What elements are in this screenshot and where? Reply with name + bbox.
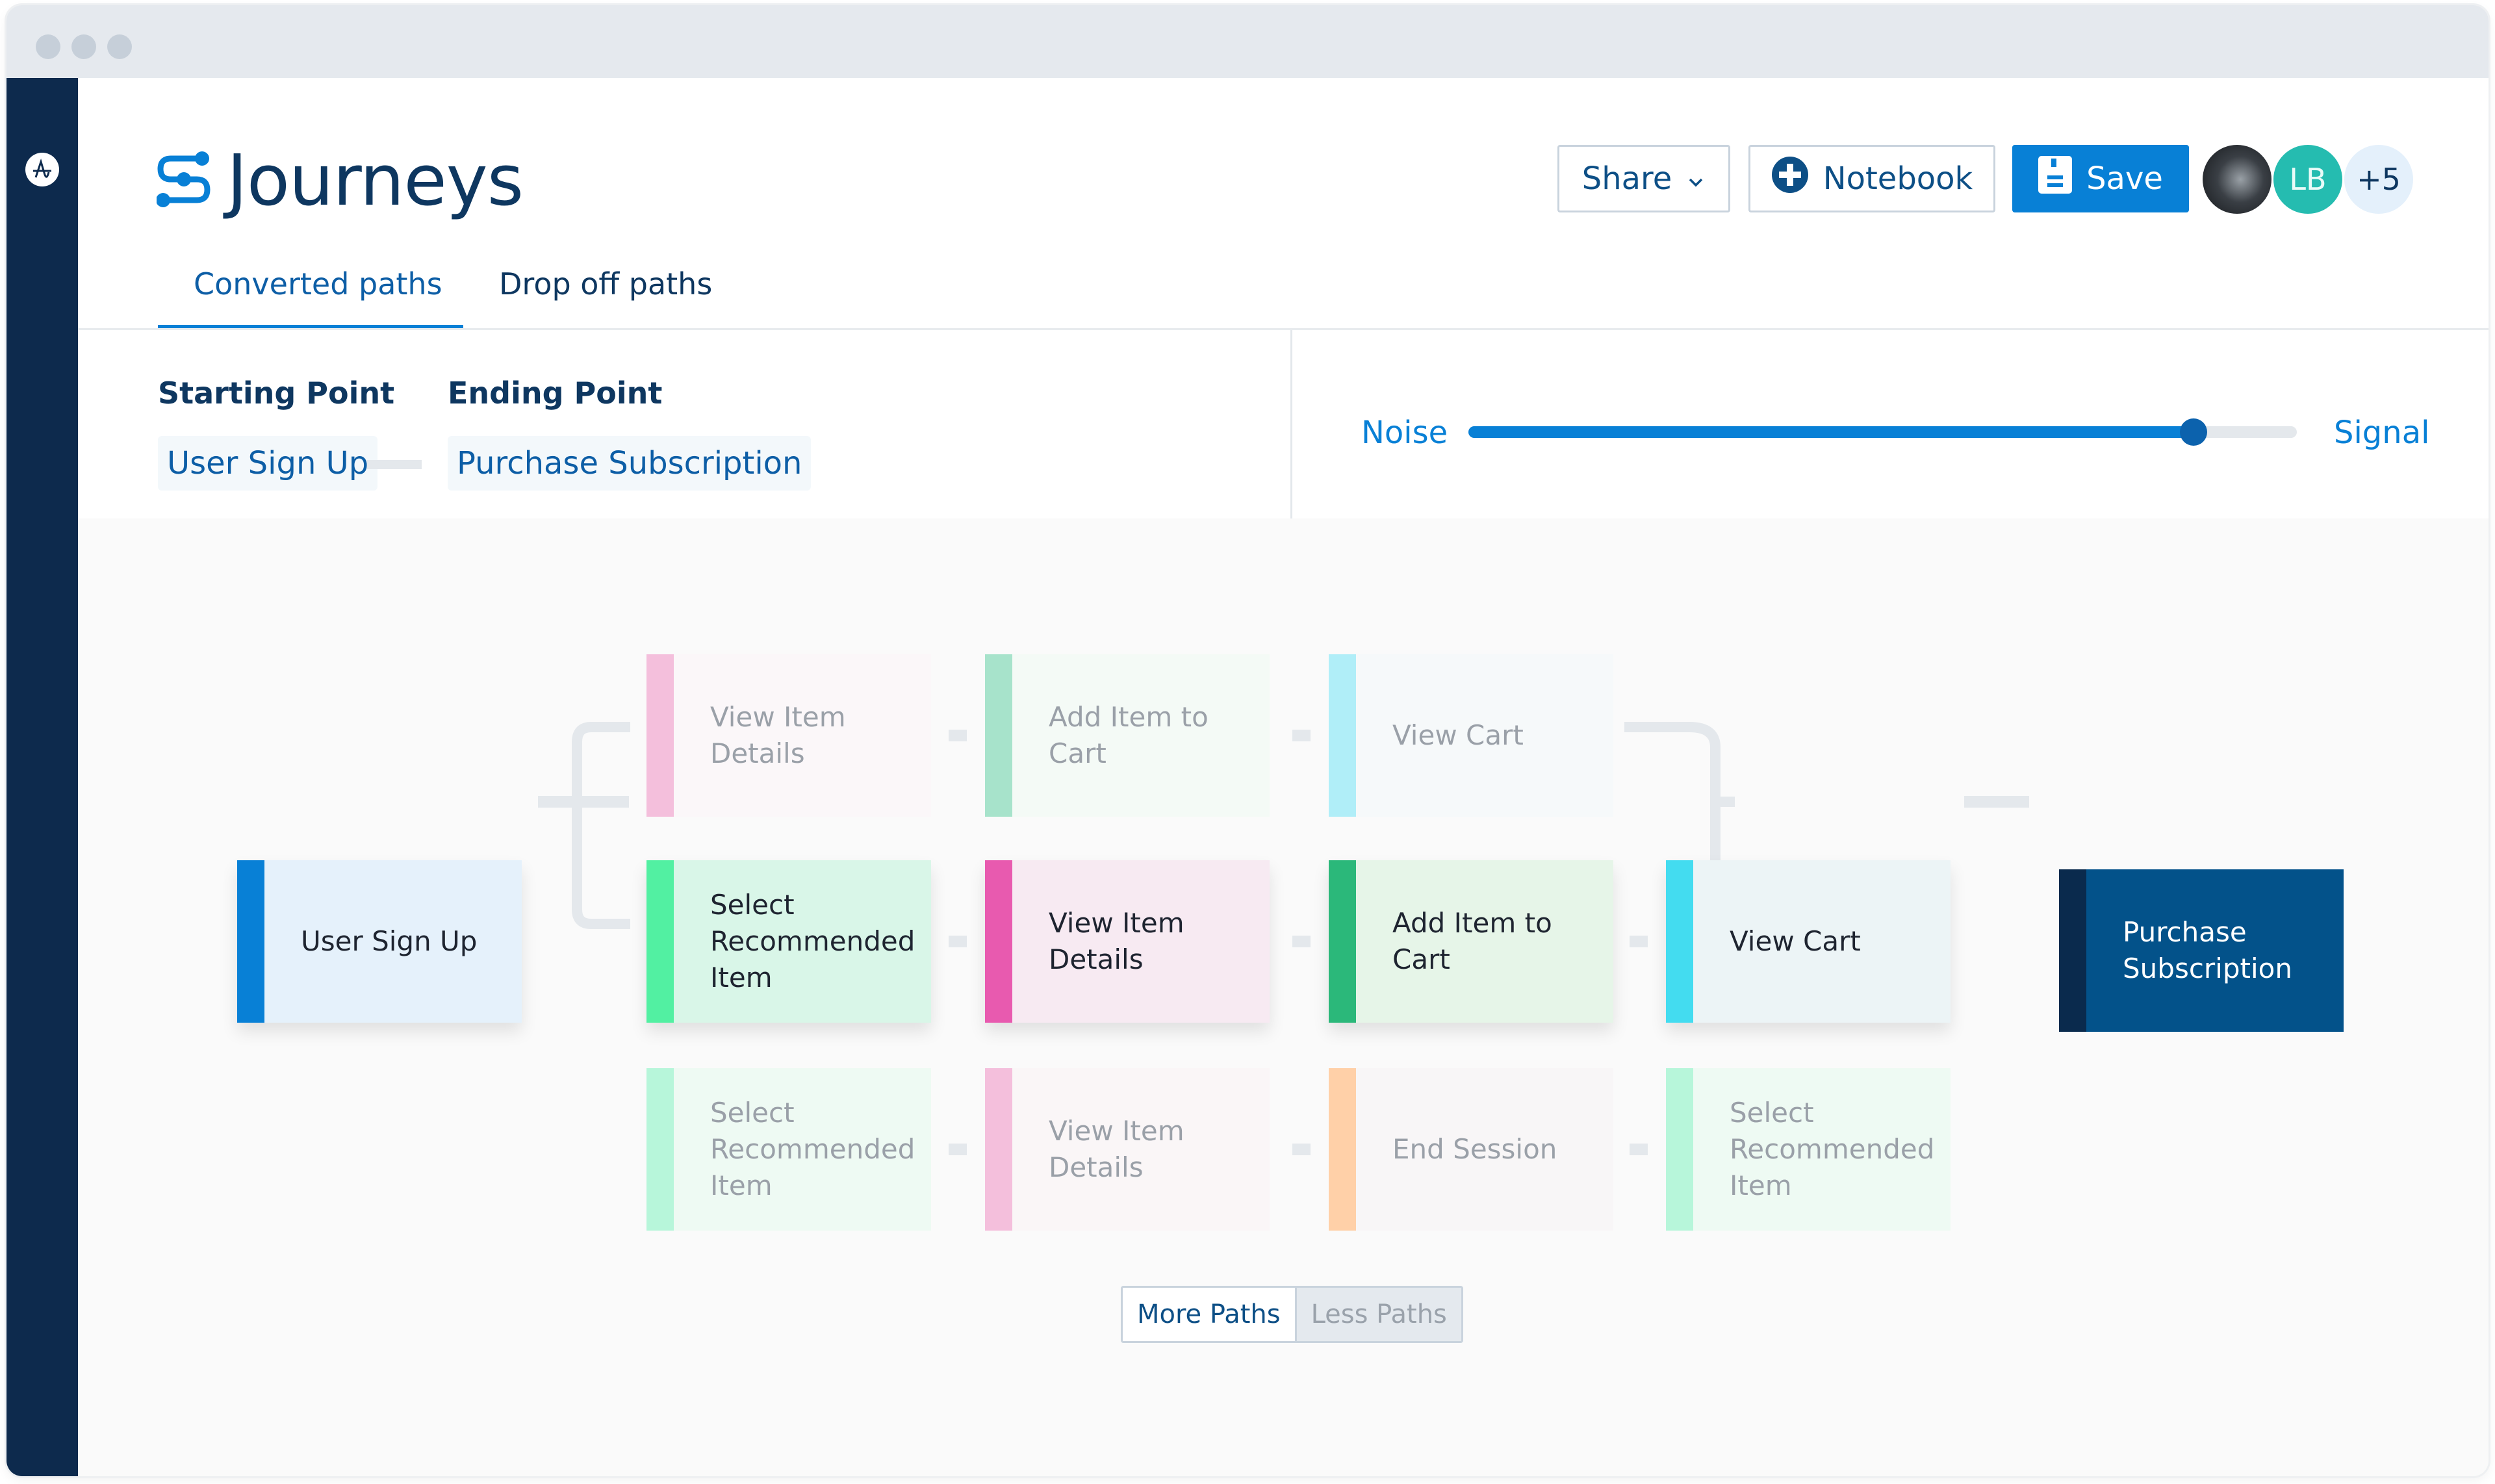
ending-point-label: Ending Point [448, 376, 663, 411]
start-node[interactable]: User Sign Up [237, 860, 522, 1023]
path-step-node[interactable]: View Item Details [985, 1068, 1270, 1231]
step-connector [949, 1144, 967, 1155]
start-end-separator [367, 460, 422, 469]
noise-signal-slider[interactable] [1468, 418, 2297, 446]
branch-connector-left [572, 722, 630, 929]
node-label: Select Recommended Item [710, 1097, 915, 1201]
tab-drop-off-paths[interactable]: Drop off paths [499, 266, 712, 301]
avatar-overflow-count[interactable]: +5 [2344, 145, 2413, 214]
path-step-node[interactable]: Select Recommended Item [646, 1068, 931, 1231]
node-label: View Cart [1392, 719, 1524, 751]
sidebar [6, 78, 78, 1476]
node-color-bar [1329, 860, 1356, 1023]
node-color-bar [646, 654, 674, 817]
window-close-button[interactable] [36, 34, 60, 59]
save-floppy-icon [2038, 156, 2073, 201]
path-step-node[interactable]: Select Recommended Item [1666, 1068, 1951, 1231]
node-color-bar [985, 1068, 1012, 1231]
paths-pager: More Paths Less Paths [1121, 1286, 1463, 1343]
path-step-node[interactable]: Select Recommended Item [646, 860, 931, 1023]
journey-paths-canvas: User Sign Up View Item Details Add Item t… [78, 518, 2489, 1476]
connector-end [1964, 796, 2029, 808]
save-button[interactable]: Save [2012, 145, 2189, 212]
node-label: View Item Details [710, 701, 846, 769]
journeys-path-icon [156, 151, 215, 212]
less-paths-button[interactable]: Less Paths [1294, 1288, 1461, 1341]
node-label: User Sign Up [301, 925, 478, 957]
ending-point-select[interactable]: Purchase Subscription [448, 436, 812, 491]
more-paths-button[interactable]: More Paths [1123, 1288, 1295, 1341]
step-connector [949, 730, 967, 741]
step-connector [1630, 936, 1648, 947]
title-bar [6, 5, 2489, 78]
node-label: View Item Details [1049, 907, 1184, 975]
path-step-node[interactable]: View Item Details [646, 654, 931, 817]
node-color-bar [646, 860, 674, 1023]
slider-thumb[interactable] [2179, 418, 2207, 446]
path-step-node[interactable]: Add Item to Cart [1329, 860, 1613, 1023]
node-color-bar [646, 1068, 674, 1231]
step-connector [1292, 730, 1311, 741]
step-connector [1292, 936, 1311, 947]
slider-signal-label: Signal [2334, 415, 2430, 451]
node-color-bar [985, 860, 1012, 1023]
share-label: Share [1581, 160, 1672, 197]
chevron-down-icon [1686, 160, 1706, 197]
avatar-lb[interactable]: LB [2273, 145, 2342, 214]
step-connector [949, 936, 967, 947]
save-label: Save [2086, 160, 2163, 197]
starting-point-label: Starting Point [158, 376, 395, 411]
path-step-node[interactable]: End Session [1329, 1068, 1613, 1231]
node-color-bar [237, 860, 264, 1023]
node-label: Select Recommended Item [710, 889, 915, 993]
amplitude-logo-icon[interactable] [25, 153, 59, 186]
node-label: Purchase Subscription [2123, 916, 2292, 984]
notebook-label: Notebook [1823, 160, 1973, 197]
share-button[interactable]: Share [1557, 145, 1730, 212]
slider-fill [1468, 426, 2194, 438]
end-node[interactable]: Purchase Subscription [2059, 869, 2344, 1032]
tab-converted-paths[interactable]: Converted paths [194, 266, 442, 301]
path-step-node[interactable]: Add Item to Cart [985, 654, 1270, 817]
journey-config-panel: Starting Point Ending Point User Sign Up… [78, 328, 2489, 520]
page-header: Journeys Share Notebook Save LB +5 Conve… [78, 78, 2489, 330]
node-color-bar [1329, 1068, 1356, 1231]
window-maximize-button[interactable] [107, 34, 132, 59]
node-label: End Session [1392, 1133, 1557, 1165]
avatar-photo[interactable] [2203, 145, 2271, 214]
slider-noise-label: Noise [1361, 415, 1448, 451]
node-color-bar [1666, 860, 1693, 1023]
notebook-button[interactable]: Notebook [1748, 145, 1995, 212]
step-connector [1630, 1144, 1648, 1155]
app-window: Journeys Share Notebook Save LB +5 Conve… [6, 5, 2489, 1476]
node-label: Select Recommended Item [1730, 1097, 1935, 1201]
page-title: Journeys [227, 140, 524, 222]
node-label: View Item Details [1049, 1115, 1184, 1183]
window-minimize-button[interactable] [71, 34, 96, 59]
path-step-node[interactable]: View Cart [1666, 860, 1951, 1023]
node-color-bar [985, 654, 1012, 817]
starting-point-select[interactable]: User Sign Up [158, 436, 378, 491]
step-connector [1292, 1144, 1311, 1155]
node-label: View Cart [1730, 925, 1861, 957]
node-color-bar [2059, 869, 2086, 1032]
config-divider [1290, 330, 1292, 518]
path-step-node[interactable]: View Cart [1329, 654, 1613, 817]
node-color-bar [1666, 1068, 1693, 1231]
node-label: Add Item to Cart [1392, 907, 1552, 975]
node-color-bar [1329, 654, 1356, 817]
node-label: Add Item to Cart [1049, 701, 1209, 769]
path-step-node[interactable]: View Item Details [985, 860, 1270, 1023]
plus-circle-icon [1771, 156, 1809, 201]
